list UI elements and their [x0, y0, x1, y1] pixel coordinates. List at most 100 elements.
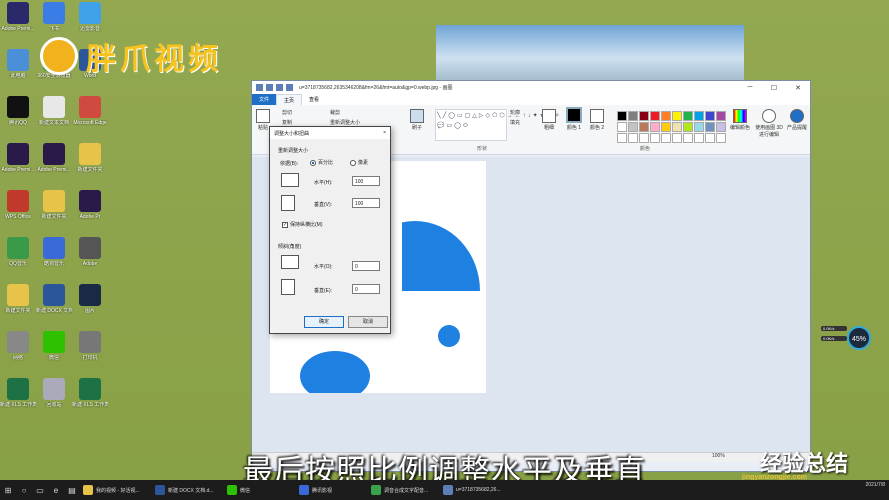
- color-swatch[interactable]: [705, 111, 715, 121]
- color-swatch[interactable]: [716, 111, 726, 121]
- desktop-icon[interactable]: QQ音乐: [0, 237, 36, 267]
- color-swatch[interactable]: [705, 133, 715, 143]
- memory-percent[interactable]: 45%: [847, 326, 871, 350]
- keep-ratio-checkbox[interactable]: ✓ 保持纵横比(M): [282, 221, 323, 228]
- color-swatch[interactable]: [705, 122, 715, 132]
- outline-button[interactable]: 轮廓: [510, 109, 520, 116]
- taskbar-app[interactable]: 我的视频 - 好活视...: [80, 480, 152, 500]
- desktop-icon[interactable]: 网络: [0, 331, 36, 361]
- desktop-icon[interactable]: 新建文件夹: [36, 190, 72, 220]
- skew-h-input[interactable]: 0: [352, 261, 380, 271]
- desktop-icon[interactable]: Adobe Pr: [72, 190, 108, 220]
- shapes-gallery[interactable]: ╲╱◯▭▢△▷◇⬠⬡→←↑↓✦★☆✧💬▭◯⬭: [435, 109, 559, 141]
- desktop-icon[interactable]: 微信: [36, 331, 72, 361]
- taskbar-app[interactable]: 腾讯影视: [296, 480, 368, 500]
- color-swatch[interactable]: [628, 122, 638, 132]
- desktop-icon[interactable]: 打印机: [72, 331, 108, 361]
- search-icon[interactable]: ○: [16, 480, 32, 500]
- color-swatch[interactable]: [617, 122, 627, 132]
- edge-icon[interactable]: e: [48, 480, 64, 500]
- copy-button[interactable]: 复制: [282, 119, 292, 126]
- color-swatch[interactable]: [617, 111, 627, 121]
- task-view-icon[interactable]: ▭: [32, 480, 48, 500]
- color-swatch[interactable]: [694, 133, 704, 143]
- desktop-icon[interactable]: 图片: [72, 284, 108, 314]
- color-swatch[interactable]: [683, 133, 693, 143]
- desktop-icon[interactable]: 酷狗音乐: [36, 237, 72, 267]
- tab-view[interactable]: 查看: [302, 94, 326, 105]
- taskbar-app[interactable]: 调音合成文字配音...: [368, 480, 440, 500]
- desktop-icon[interactable]: 此电脑: [0, 49, 36, 79]
- color-swatch[interactable]: [716, 122, 726, 132]
- taskbar-app[interactable]: u=3718735682,26...: [440, 480, 512, 500]
- desktop-icon[interactable]: Adobe: [72, 237, 108, 267]
- desktop-icon[interactable]: 新建文件夹: [72, 143, 108, 173]
- desktop-icon[interactable]: Adobe Premi...: [0, 2, 36, 32]
- tab-file[interactable]: 文件: [252, 94, 277, 105]
- horizontal-input[interactable]: 100: [352, 176, 380, 186]
- desktop-icon[interactable]: 新建 XLS 工作表: [72, 378, 108, 408]
- desktop-icon[interactable]: 腾讯QQ: [0, 96, 36, 126]
- desktop-icon[interactable]: 新建文本文档: [36, 96, 72, 126]
- start-icon[interactable]: ⊞: [0, 480, 16, 500]
- resize-button[interactable]: 重新调整大小: [330, 119, 360, 126]
- save-icon[interactable]: [266, 84, 273, 91]
- color-swatch[interactable]: [672, 111, 682, 121]
- size-button[interactable]: 粗细: [542, 109, 556, 131]
- color-swatch[interactable]: [683, 122, 693, 132]
- redo-icon[interactable]: [286, 84, 293, 91]
- pixels-radio[interactable]: 像素: [350, 159, 368, 166]
- taskbar-app[interactable]: 微信: [224, 480, 296, 500]
- color-swatch[interactable]: [650, 122, 660, 132]
- color-swatch[interactable]: [661, 122, 671, 132]
- desktop-icon[interactable]: 飞书: [36, 2, 72, 32]
- product-alert-button[interactable]: 产品提醒: [786, 109, 808, 131]
- maximize-button[interactable]: ☐: [762, 84, 786, 92]
- color-swatch[interactable]: [661, 111, 671, 121]
- paste-button[interactable]: 粘贴: [256, 109, 270, 131]
- color-swatch[interactable]: [650, 111, 660, 121]
- desktop-icon[interactable]: Microsoft Edge: [72, 96, 108, 126]
- desktop-icon[interactable]: Adobe Premi...: [0, 143, 36, 173]
- edit-colors-button[interactable]: 编辑颜色: [730, 109, 750, 131]
- cut-button[interactable]: 剪切: [282, 109, 292, 116]
- tab-home[interactable]: 主页: [276, 94, 303, 105]
- color-swatch[interactable]: [639, 111, 649, 121]
- cancel-button[interactable]: 取消: [348, 316, 388, 328]
- color2-button[interactable]: 颜色 2: [590, 109, 604, 131]
- explorer-icon[interactable]: ▤: [64, 480, 80, 500]
- color-swatch[interactable]: [683, 111, 693, 121]
- vertical-input[interactable]: 100: [352, 198, 380, 208]
- desktop-icon[interactable]: 新建 DOCX 文档: [36, 284, 72, 314]
- taskbar-app[interactable]: 新建 DOCX 文档.d...: [152, 480, 224, 500]
- desktop-icon[interactable]: 新建文件夹: [0, 284, 36, 314]
- skew-v-input[interactable]: 0: [352, 284, 380, 294]
- paint3d-button[interactable]: 使用画图 3D 进行编辑: [754, 109, 784, 138]
- color-swatch[interactable]: [628, 133, 638, 143]
- color-swatch[interactable]: [639, 133, 649, 143]
- undo-icon[interactable]: [276, 84, 283, 91]
- desktop-icon[interactable]: 迅雷影音: [72, 2, 108, 32]
- ok-button[interactable]: 确定: [304, 316, 344, 328]
- desktop-icon[interactable]: 新建 XLS 工作表: [0, 378, 36, 408]
- dialog-close-button[interactable]: ×: [383, 130, 386, 136]
- color-swatch[interactable]: [639, 122, 649, 132]
- minimize-button[interactable]: ─: [738, 84, 762, 92]
- color-swatch[interactable]: [650, 133, 660, 143]
- color-swatch[interactable]: [672, 122, 682, 132]
- color-swatch[interactable]: [716, 133, 726, 143]
- color-swatch[interactable]: [694, 122, 704, 132]
- percent-radio[interactable]: 百分比: [310, 159, 333, 166]
- color-swatch[interactable]: [661, 133, 671, 143]
- crop-button[interactable]: 裁剪: [330, 109, 340, 116]
- fill-button[interactable]: 填充: [510, 119, 520, 126]
- color-swatch[interactable]: [672, 133, 682, 143]
- brush-button[interactable]: 刷子: [410, 109, 424, 131]
- close-button[interactable]: ✕: [786, 84, 810, 92]
- desktop-icon[interactable]: 回收站: [36, 378, 72, 408]
- color-swatch[interactable]: [694, 111, 704, 121]
- color1-button[interactable]: 颜色 1: [566, 107, 582, 131]
- desktop-icon[interactable]: Adobe Premi...: [36, 143, 72, 173]
- color-swatch[interactable]: [617, 133, 627, 143]
- color-swatch[interactable]: [628, 111, 638, 121]
